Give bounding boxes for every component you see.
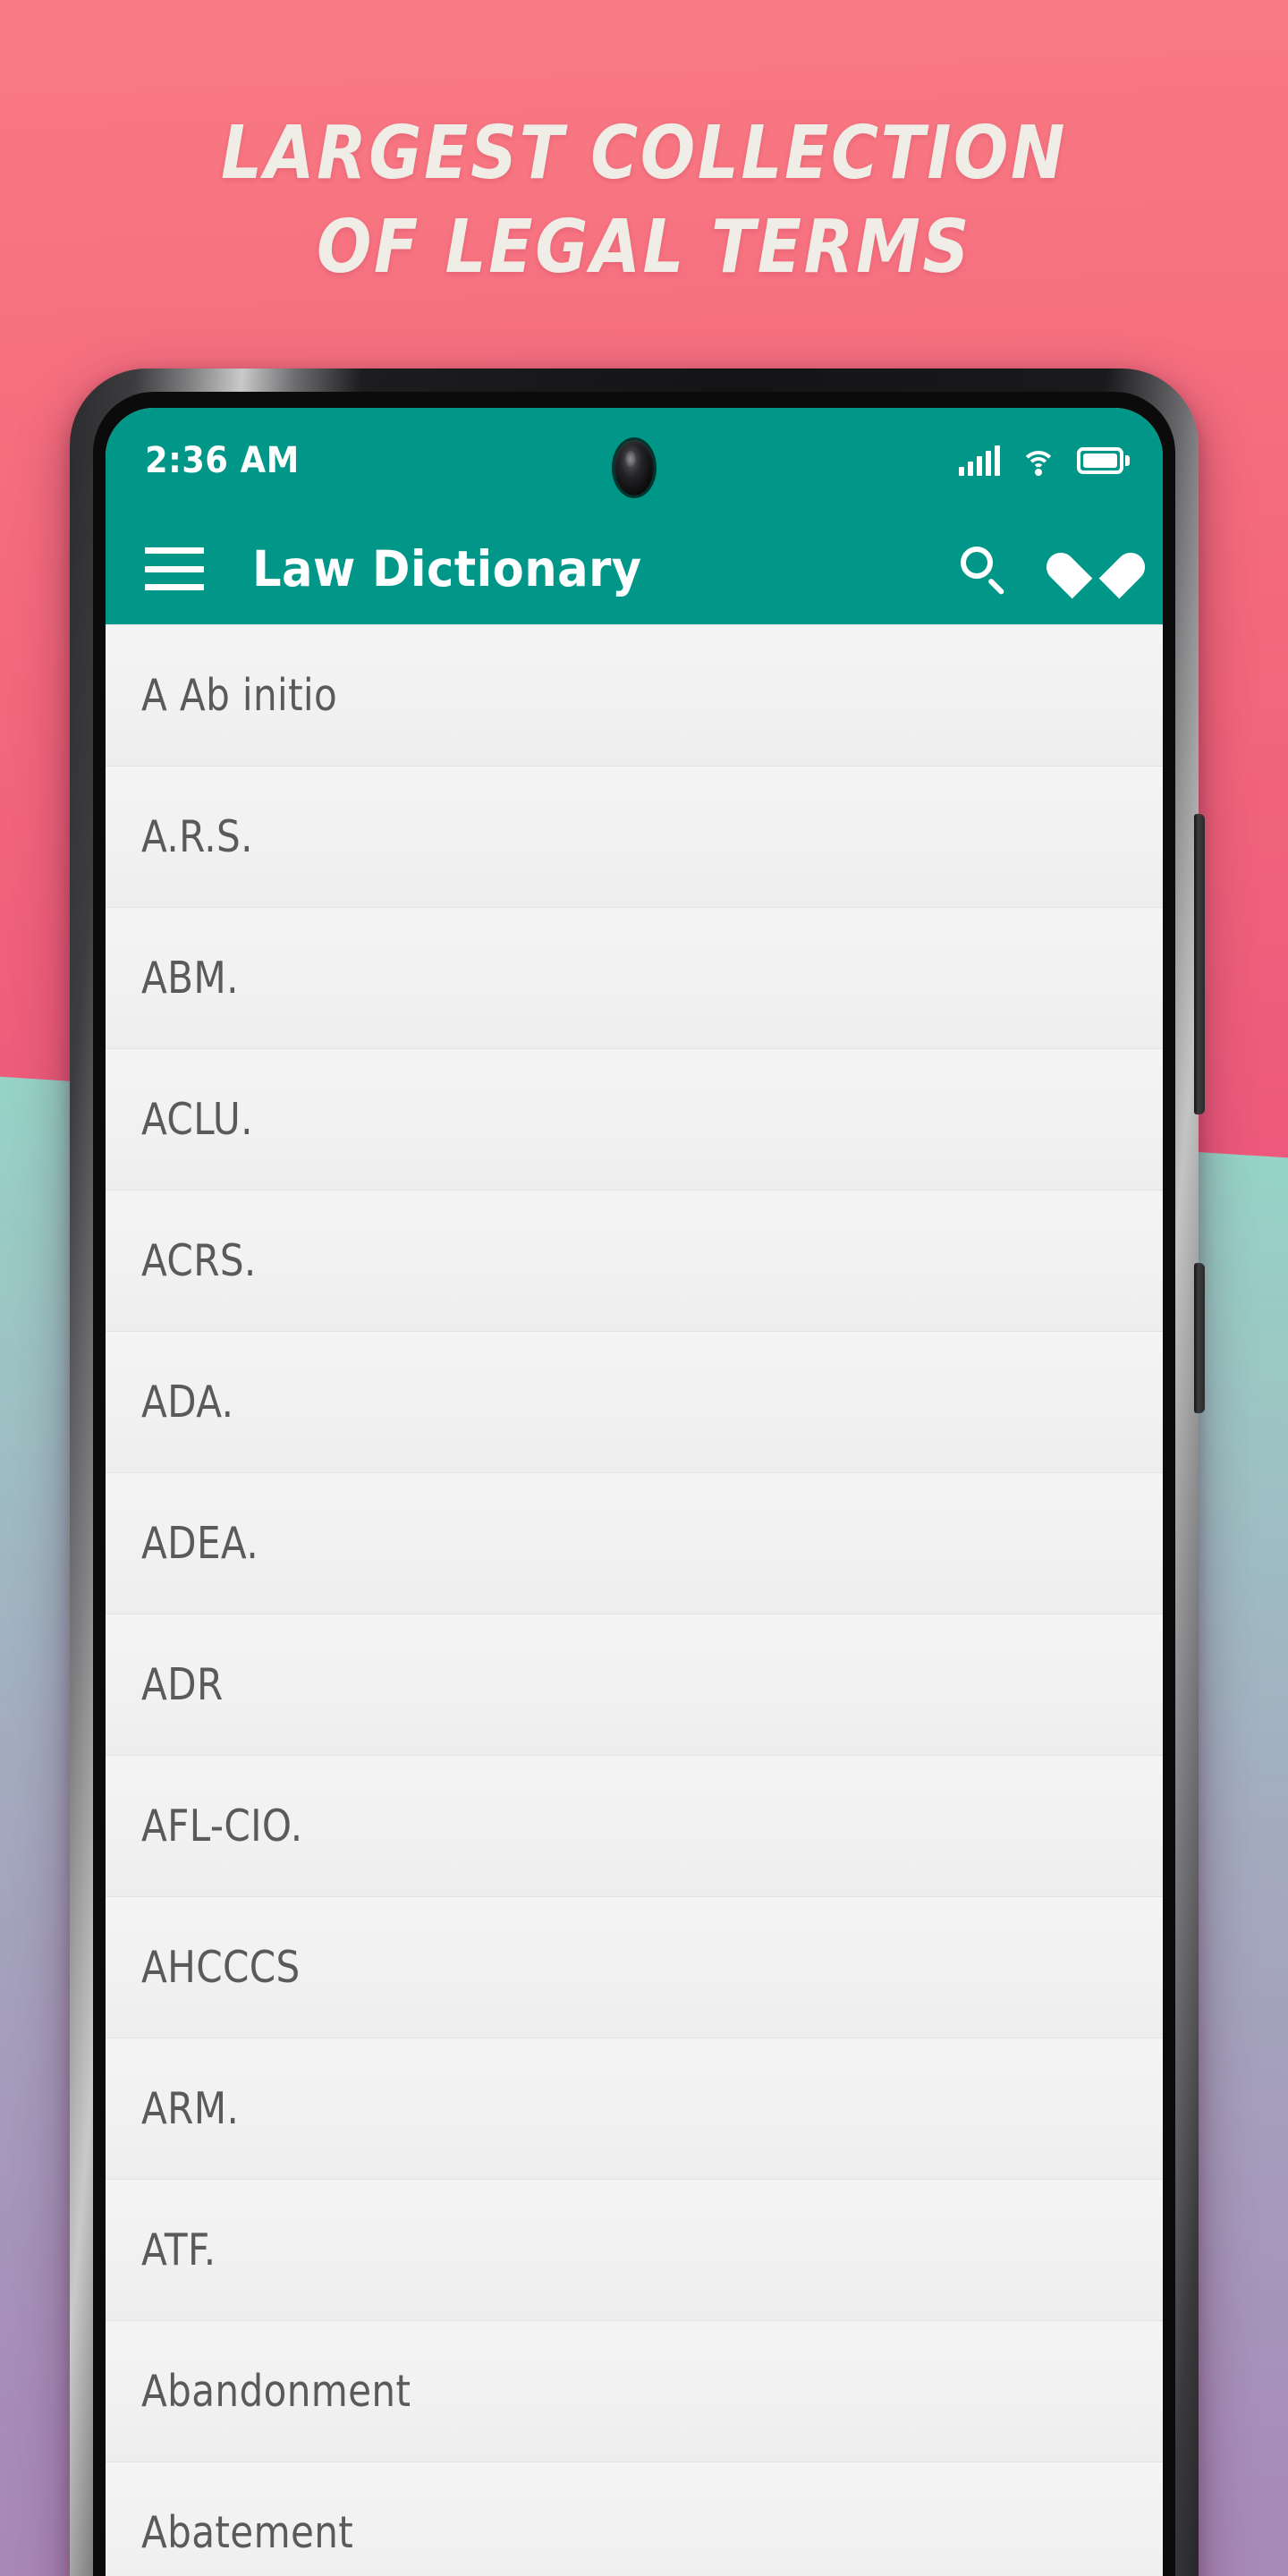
punch-hole-camera-icon — [614, 440, 654, 496]
signal-bars-icon — [959, 445, 1000, 476]
wifi-icon — [1020, 445, 1057, 476]
app-bar: Law Dictionary — [106, 513, 1163, 624]
term-list-item[interactable]: ADR — [106, 1614, 1163, 1755]
phone-mockup: 2:36 AM Law Dictionary A Ab initio A.R.S… — [70, 369, 1205, 2576]
volume-rocker-button[interactable] — [1194, 814, 1205, 1114]
term-list-item-label: ADEA. — [141, 1518, 259, 1569]
status-bar-time: 2:36 AM — [145, 440, 300, 481]
term-list-item[interactable]: ARM. — [106, 2038, 1163, 2179]
term-list-item[interactable]: ACRS. — [106, 1190, 1163, 1331]
hamburger-menu-icon[interactable] — [145, 547, 204, 590]
term-list-item[interactable]: AFL-CIO. — [106, 1755, 1163, 1896]
term-list-item-label: ADR — [141, 1659, 224, 1710]
term-list-item-label: Abatement — [141, 2507, 354, 2558]
term-list-item-label: ACRS. — [141, 1235, 257, 1286]
term-list-item[interactable]: Abandonment — [106, 2320, 1163, 2462]
term-list-item[interactable]: ACLU. — [106, 1048, 1163, 1190]
search-icon[interactable] — [959, 545, 1007, 596]
term-list-item[interactable]: Abatement — [106, 2462, 1163, 2576]
term-list-item-label: ACLU. — [141, 1094, 253, 1145]
term-list-item-label: ADA. — [141, 1377, 234, 1428]
power-button[interactable] — [1194, 1263, 1205, 1413]
term-list-item-label: Abandonment — [141, 2366, 411, 2417]
term-list-item-label: AFL-CIO. — [141, 1801, 303, 1852]
term-list-item[interactable]: A Ab initio — [106, 624, 1163, 766]
term-list-item-label: A Ab initio — [141, 670, 338, 721]
term-list[interactable]: A Ab initio A.R.S. ABM. ACLU. ACRS. ADA. ADEA.… — [106, 624, 1163, 2576]
battery-full-icon — [1077, 447, 1130, 474]
status-bar-icons — [959, 445, 1130, 476]
phone-screen: 2:36 AM Law Dictionary A Ab initio A.R.S… — [106, 408, 1163, 2576]
term-list-item[interactable]: ABM. — [106, 907, 1163, 1048]
term-list-item-label: ATF. — [141, 2224, 216, 2275]
promo-headline: LARGEST COLLECTION OF LEGAL TERMS — [77, 107, 1210, 295]
term-list-item[interactable]: ATF. — [106, 2179, 1163, 2320]
term-list-item-label: A.R.S. — [141, 811, 253, 862]
term-list-item[interactable]: ADEA. — [106, 1472, 1163, 1614]
app-bar-title: Law Dictionary — [252, 540, 642, 597]
term-list-item-label: AHCCCS — [141, 1942, 301, 1993]
term-list-item-label: ABM. — [141, 953, 239, 1004]
term-list-item[interactable]: AHCCCS — [106, 1896, 1163, 2038]
term-list-item[interactable]: ADA. — [106, 1331, 1163, 1472]
term-list-item-label: ARM. — [141, 2083, 240, 2134]
term-list-item[interactable]: A.R.S. — [106, 766, 1163, 907]
promo-headline-line-2: OF LEGAL TERMS — [316, 204, 972, 290]
heart-filled-icon[interactable] — [1040, 544, 1151, 599]
app-bar-actions — [959, 544, 1151, 599]
phone-bezel: 2:36 AM Law Dictionary A Ab initio A.R.S… — [93, 392, 1175, 2576]
promo-headline-line-1: LARGEST COLLECTION — [220, 111, 1068, 196]
